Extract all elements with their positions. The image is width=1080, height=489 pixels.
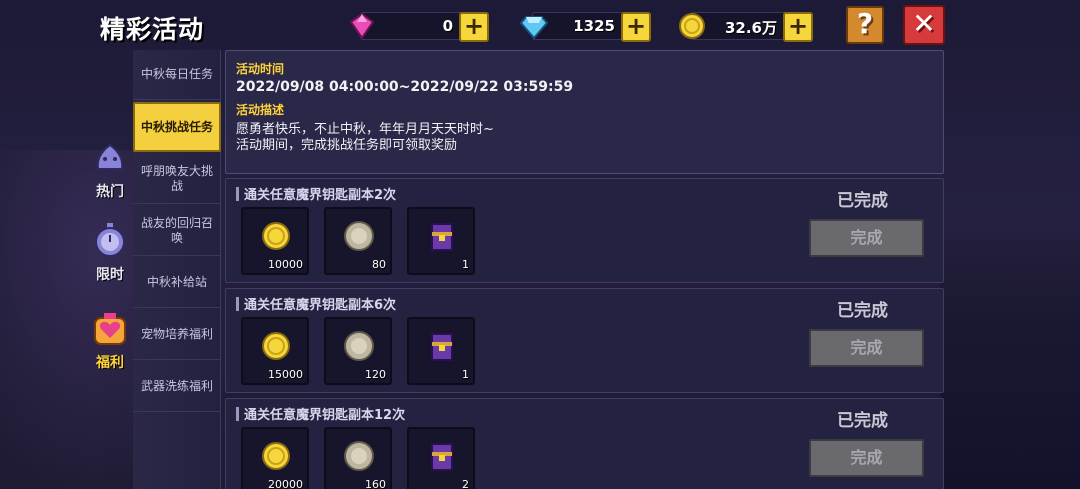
reward-count: 120 bbox=[365, 368, 386, 381]
task-title: 通关任意魔界钥匙副本2次 bbox=[244, 188, 397, 203]
reward-count: 80 bbox=[372, 258, 386, 271]
subtab-pet-welfare[interactable]: 宠物培养福利 bbox=[133, 310, 221, 360]
subtab-invite-friends[interactable]: 呼朋唤友大挑战 bbox=[133, 154, 221, 204]
reward-slot[interactable]: 160 bbox=[324, 427, 392, 489]
reward-slot[interactable]: 1 bbox=[407, 207, 475, 275]
task-status: 已完成 bbox=[837, 411, 888, 431]
currency-gold: 32.6万 + bbox=[679, 12, 813, 42]
subtab-weapon-welfare[interactable]: 武器洗练福利 bbox=[133, 362, 221, 412]
title-accent-bar bbox=[236, 297, 239, 311]
purple-chest-icon bbox=[431, 223, 453, 251]
add-gold-button[interactable]: + bbox=[783, 12, 813, 42]
reward-count: 15000 bbox=[268, 368, 303, 381]
add-gem-button[interactable]: + bbox=[459, 12, 489, 42]
reward-count: 1 bbox=[462, 368, 469, 381]
gold-coin-icon bbox=[262, 442, 290, 470]
gold-value: 32.6万 bbox=[724, 19, 777, 37]
page-title: 精彩活动 bbox=[100, 15, 205, 44]
silver-medal-icon bbox=[344, 331, 374, 361]
reward-slot[interactable]: 80 bbox=[324, 207, 392, 275]
subtab-supply-station[interactable]: 中秋补给站 bbox=[133, 258, 221, 308]
title-accent-bar bbox=[236, 187, 239, 201]
gold-coin-icon bbox=[262, 222, 290, 250]
pink-gem-icon bbox=[349, 12, 375, 40]
reward-count: 160 bbox=[365, 478, 386, 489]
category-welfare[interactable]: 福利 bbox=[86, 308, 134, 372]
blue-diamond-icon bbox=[519, 16, 549, 40]
task-card: 通关任意魔界钥匙副本12次 20000 160 2 已完成 完成 bbox=[225, 398, 944, 489]
category-label: 福利 bbox=[96, 355, 124, 371]
reward-count: 1 bbox=[462, 258, 469, 271]
time-label: 活动时间 bbox=[236, 62, 285, 76]
task-status: 已完成 bbox=[837, 191, 888, 211]
reward-slot[interactable]: 15000 bbox=[241, 317, 309, 385]
silver-medal-icon bbox=[344, 221, 374, 251]
gem-value: 0 bbox=[442, 17, 453, 35]
complete-button[interactable]: 完成 bbox=[809, 439, 924, 477]
category-label: 热门 bbox=[96, 184, 124, 200]
reward-slot[interactable]: 120 bbox=[324, 317, 392, 385]
desc-line-2: 活动期间，完成挑战任务即可领取奖励 bbox=[236, 138, 458, 153]
silver-medal-icon bbox=[344, 441, 374, 471]
task-status: 已完成 bbox=[837, 301, 888, 321]
close-button[interactable]: ✕ bbox=[903, 5, 945, 45]
slime-icon bbox=[96, 143, 124, 170]
time-value: 2022/09/08 04:00:00~2022/09/22 03:59:59 bbox=[236, 79, 574, 95]
help-button[interactable]: ? bbox=[846, 6, 884, 44]
background-trees bbox=[940, 220, 1080, 489]
reward-count: 20000 bbox=[268, 478, 303, 489]
purple-chest-icon bbox=[431, 443, 453, 471]
reward-slot[interactable]: 2 bbox=[407, 427, 475, 489]
gold-coin-icon bbox=[262, 332, 290, 360]
subtab-challenge-task[interactable]: 中秋挑战任务 bbox=[133, 102, 221, 152]
currency-diamond: 1325 + bbox=[519, 12, 651, 42]
task-card: 通关任意魔界钥匙副本2次 10000 80 1 已完成 完成 bbox=[225, 178, 944, 283]
gold-coin-icon bbox=[679, 13, 705, 39]
title-accent-bar bbox=[236, 407, 239, 421]
pocket-watch-icon bbox=[95, 223, 125, 257]
reward-count: 10000 bbox=[268, 258, 303, 271]
activity-info-panel: 活动时间 2022/09/08 04:00:00~2022/09/22 03:5… bbox=[225, 50, 944, 174]
complete-button[interactable]: 完成 bbox=[809, 329, 924, 367]
category-label: 限时 bbox=[96, 267, 124, 283]
task-title: 通关任意魔界钥匙副本12次 bbox=[244, 408, 406, 423]
add-diamond-button[interactable]: + bbox=[621, 12, 651, 42]
subtab-returning-ally[interactable]: 战友的回归召唤 bbox=[133, 206, 221, 256]
task-card: 通关任意魔界钥匙副本6次 15000 120 1 已完成 完成 bbox=[225, 288, 944, 393]
reward-slot[interactable]: 1 bbox=[407, 317, 475, 385]
reward-slot[interactable]: 20000 bbox=[241, 427, 309, 489]
purple-chest-icon bbox=[431, 333, 453, 361]
subtab-daily-task[interactable]: 中秋每日任务 bbox=[133, 50, 221, 100]
currency-gem: 0 + bbox=[349, 12, 489, 42]
reward-count: 2 bbox=[462, 478, 469, 489]
diamond-value: 1325 bbox=[573, 17, 615, 35]
desc-label: 活动描述 bbox=[236, 103, 285, 117]
complete-button[interactable]: 完成 bbox=[809, 219, 924, 257]
reward-slot[interactable]: 10000 bbox=[241, 207, 309, 275]
category-limited[interactable]: 限时 bbox=[86, 220, 134, 284]
task-title: 通关任意魔界钥匙副本6次 bbox=[244, 298, 397, 313]
category-hot[interactable]: 热门 bbox=[86, 137, 134, 201]
heart-bag-icon bbox=[94, 313, 126, 345]
subtab-list: 中秋每日任务 中秋挑战任务 呼朋唤友大挑战 战友的回归召唤 中秋补给站 宠物培养… bbox=[133, 50, 221, 489]
